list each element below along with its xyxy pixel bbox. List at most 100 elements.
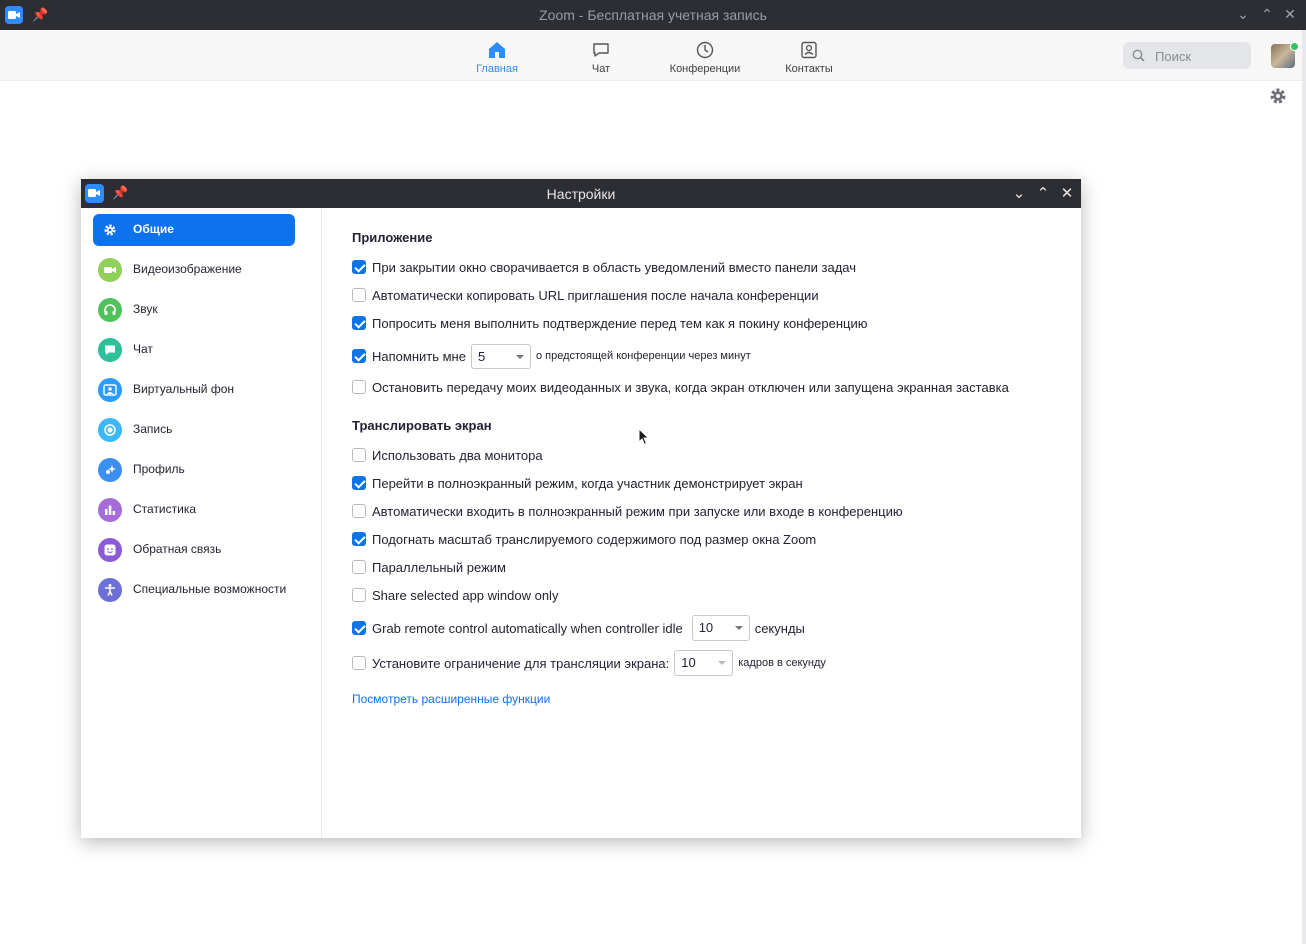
nav-chat[interactable]: Чат [556,40,646,75]
search-input[interactable] [1153,46,1247,66]
option-label: Автоматически входить в полноэкранный ре… [372,503,903,519]
sidebar-item-audio[interactable]: Звук [93,294,295,326]
option-label: Параллельный режим [372,559,506,575]
chevron-down-icon [734,626,743,630]
chat-icon [556,40,646,60]
dialog-maximize-button[interactable]: ⌃ [1034,184,1052,202]
settings-gear-icon[interactable] [1268,86,1288,111]
sidebar-item-label: Обратная связь [133,542,222,556]
option-suffix: кадров в секунду [738,657,826,669]
window-title: Zoom - Бесплатная учетная запись [539,7,767,23]
option-limit-fps[interactable]: Установите ограничение для трансляции эк… [352,649,826,677]
nav-meetings-label: Конференции [669,63,741,75]
sidebar-item-chat[interactable]: Чат [93,334,295,366]
checkbox-checked[interactable] [352,260,366,274]
mouse-cursor-icon [638,427,650,451]
checkbox[interactable] [352,448,366,462]
chevron-down-icon [515,354,524,359]
checkbox[interactable] [352,656,366,670]
option-copy-url[interactable]: Автоматически копировать URL приглашения… [352,284,819,306]
option-fullscreen-share[interactable]: Перейти в полноэкранный режим, когда уча… [352,472,803,494]
nav-contacts[interactable]: Контакты [764,40,854,75]
advanced-features-link[interactable]: Посмотреть расширенные функции [352,692,550,706]
sidebar-item-virtual-background[interactable]: Виртуальный фон [93,374,295,406]
sidebar-item-label: Звук [133,302,158,316]
option-label: Попросить меня выполнить подтверждение п… [372,315,868,331]
sidebar-item-label: Общие [133,222,174,236]
checkbox-checked[interactable] [352,532,366,546]
nav-home-label: Главная [476,63,518,75]
option-stop-video[interactable]: Остановить передачу моих видеоданных и з… [352,376,1009,398]
select-value: 5 [477,348,486,364]
sidebar-item-recording[interactable]: Запись [93,414,295,446]
option-minimize-to-tray[interactable]: При закрытии окно сворачивается в област… [352,256,856,278]
gear-icon [98,218,122,242]
option-app-window-only[interactable]: Share selected app window only [352,584,558,606]
sidebar-item-general[interactable]: Общие [93,214,295,246]
option-confirm-leave[interactable]: Попросить меня выполнить подтверждение п… [352,312,867,334]
home-icon [452,40,542,60]
checkbox-checked[interactable] [352,621,366,635]
online-status-icon [1290,42,1299,51]
checkbox-checked[interactable] [352,316,366,330]
dialog-minimize-button[interactable]: ⌄ [1010,184,1028,202]
option-label: Использовать два монитора [372,447,543,463]
settings-sidebar: Общие Видеоизображение Звук Чат Виртуаль… [81,208,322,838]
option-label: Подогнать масштаб транслируемого содержи… [372,531,817,547]
checkbox[interactable] [352,504,366,518]
select-value: 10 [681,655,696,670]
dialog-titlebar: 📌 Настройки ⌄ ⌃ ✕ [81,179,1081,208]
option-label: При закрытии окно сворачивается в област… [372,259,857,275]
feedback-icon [98,538,122,562]
close-button[interactable]: ✕ [1281,6,1299,23]
checkbox[interactable] [352,560,366,574]
fps-select[interactable]: 10 [674,650,734,676]
sidebar-item-video[interactable]: Видеоизображение [93,254,295,286]
checkbox[interactable] [352,588,366,602]
window-edge [1302,30,1306,944]
checkbox[interactable] [352,380,366,394]
search-icon [1132,49,1145,67]
dialog-close-button[interactable]: ✕ [1058,184,1076,202]
contacts-icon [764,40,854,60]
idle-seconds-select[interactable]: 10 [691,615,750,641]
chevron-down-icon [718,661,727,665]
option-dual-monitor[interactable]: Использовать два монитора [352,444,543,466]
nav-meetings[interactable]: Конференции [660,40,750,75]
sidebar-item-label: Профиль [133,462,185,476]
headphones-icon [98,298,122,322]
sidebar-item-label: Чат [133,342,153,356]
option-remind[interactable]: Напомнить мне 5 о предстоящей конференци… [352,343,751,369]
record-icon [98,418,122,442]
nav-home[interactable]: Главная [452,40,542,75]
checkbox-checked[interactable] [352,349,366,363]
nav-contacts-label: Контакты [785,63,833,75]
checkbox-checked[interactable] [352,476,366,490]
sidebar-item-profile[interactable]: Профиль [93,454,295,486]
video-icon [98,258,122,282]
sidebar-item-feedback[interactable]: Обратная связь [93,534,295,566]
option-label: Автоматически копировать URL приглашения… [372,287,819,303]
option-side-by-side[interactable]: Параллельный режим [352,556,506,578]
option-suffix: секунды [754,620,805,636]
checkbox[interactable] [352,288,366,302]
dialog-title: Настройки [546,186,616,202]
virtual-background-icon [98,378,122,402]
option-grab-remote[interactable]: Grab remote control automatically when c… [352,614,805,642]
option-fit-window[interactable]: Подогнать масштаб транслируемого содержи… [352,528,816,550]
remind-minutes-select[interactable]: 5 [470,343,531,369]
main-titlebar: 📌 Zoom - Бесплатная учетная запись ⌄ ⌃ ✕ [0,0,1306,30]
minimize-button[interactable]: ⌄ [1234,6,1252,23]
sidebar-item-label: Видеоизображение [133,262,242,276]
sidebar-item-accessibility[interactable]: Специальные возможности [93,574,295,606]
sidebar-item-statistics[interactable]: Статистика [93,494,295,526]
top-nav: Главная Чат Конференции Контакты [0,30,1306,81]
option-label: Напомнить мне [372,348,466,364]
maximize-button[interactable]: ⌃ [1258,6,1276,23]
sidebar-item-label: Статистика [133,502,197,516]
select-value: 10 [698,620,714,635]
statistics-icon [98,498,122,522]
search-box[interactable] [1123,42,1251,69]
option-auto-fullscreen[interactable]: Автоматически входить в полноэкранный ре… [352,500,903,522]
option-label: Grab remote control automatically when c… [372,620,683,636]
